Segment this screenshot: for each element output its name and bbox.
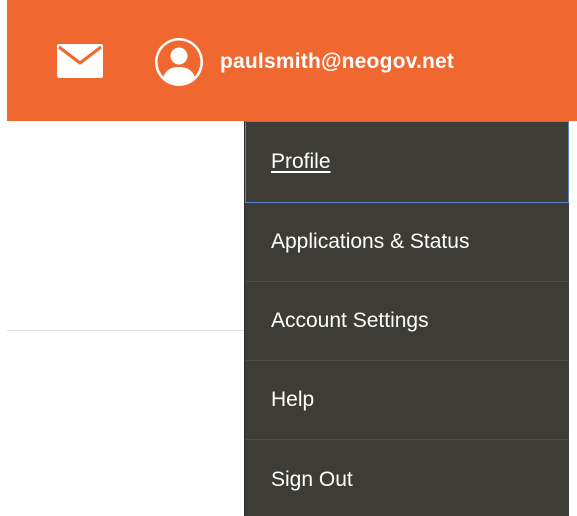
menu-item-label: Profile [271,150,331,173]
user-circle-icon [155,38,203,86]
menu-item-applications-status[interactable]: Applications & Status [245,203,569,282]
menu-item-label: Help [271,388,315,411]
user-email-label: paulsmith@neogov.net [220,50,455,73]
content-divider [7,330,247,331]
top-header-bar: paulsmith@neogov.net [7,0,577,121]
user-account-button[interactable]: paulsmith@neogov.net [153,36,454,88]
menu-item-label: Account Settings [271,309,429,332]
menu-item-profile[interactable]: Profile [245,121,569,203]
menu-item-label: Applications & Status [271,230,470,253]
account-dropdown-menu: Profile Applications & Status Account Se… [244,121,569,516]
menu-item-help[interactable]: Help [245,361,569,440]
menu-item-label: Sign Out [271,467,353,491]
menu-item-account-settings[interactable]: Account Settings [245,282,569,361]
page: paulsmith@neogov.net Profile Application… [0,0,577,516]
messages-button[interactable] [55,43,105,79]
menu-item-sign-out[interactable]: Sign Out [245,440,569,516]
envelope-icon [57,44,103,78]
